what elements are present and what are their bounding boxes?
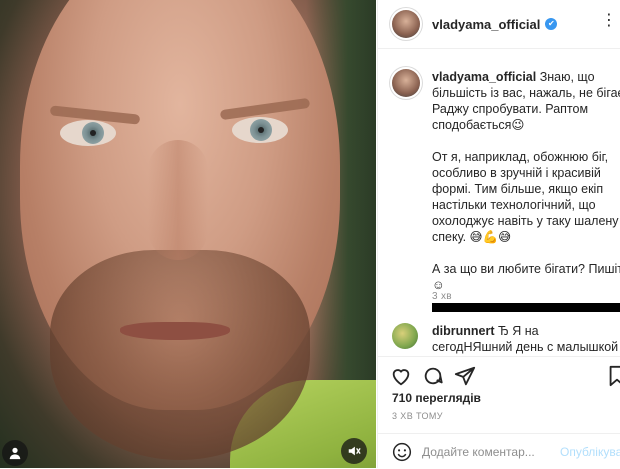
comment-input[interactable] (422, 442, 552, 462)
publish-button[interactable]: Опублікувати (560, 445, 620, 459)
tagged-user-icon[interactable] (2, 440, 28, 466)
comment-icon[interactable] (422, 365, 444, 387)
caption-paragraph-2: От я, наприклад, обожнюю біг, особливо в… (432, 150, 619, 244)
author-username[interactable]: vladyama_official (432, 17, 540, 32)
share-icon[interactable] (454, 365, 476, 387)
comments-area[interactable]: vladyama_official Знаю, що більшість із … (378, 49, 620, 355)
post-sidebar: vladyama_official ✔ ⋮ vladyama_official … (377, 0, 620, 468)
photo-left-eye (60, 120, 116, 146)
bookmark-icon[interactable] (606, 365, 620, 387)
caption-username[interactable]: vladyama_official (432, 70, 536, 84)
post-header: vladyama_official ✔ ⋮ (378, 0, 620, 49)
post-media[interactable] (0, 0, 376, 468)
photo-beard (50, 250, 310, 460)
verified-badge-icon: ✔ (545, 18, 558, 30)
emoji-icon[interactable] (392, 442, 412, 462)
caption-text: vladyama_official Знаю, що більшість із … (432, 69, 620, 312)
commenter-avatar[interactable] (392, 323, 418, 349)
comment-text: dibrunnert Ђ Я на сегодНЯшний день с мал… (432, 323, 620, 355)
sound-muted-icon[interactable] (341, 438, 367, 464)
photo-right-eye (232, 117, 288, 143)
caption-avatar[interactable] (392, 69, 420, 97)
more-dots-icon[interactable]: ⋮ (601, 10, 617, 30)
redacted-text (432, 303, 620, 312)
action-bar (378, 356, 620, 393)
views-count[interactable]: 710 переглядів (392, 391, 481, 405)
caption-time: 3 хв (432, 291, 452, 302)
author-avatar[interactable] (392, 10, 420, 38)
commenter-username[interactable]: dibrunnert (432, 324, 495, 338)
caption-paragraph-3: А за що ви любите бігати? Пишіть☺ (432, 262, 620, 292)
add-comment-bar: Опублікувати (378, 433, 620, 469)
post-time: 3 ХВ ТОМУ (392, 411, 443, 421)
heart-icon[interactable] (390, 365, 412, 387)
photo-nose (148, 140, 208, 260)
photo-mouth (120, 322, 230, 340)
